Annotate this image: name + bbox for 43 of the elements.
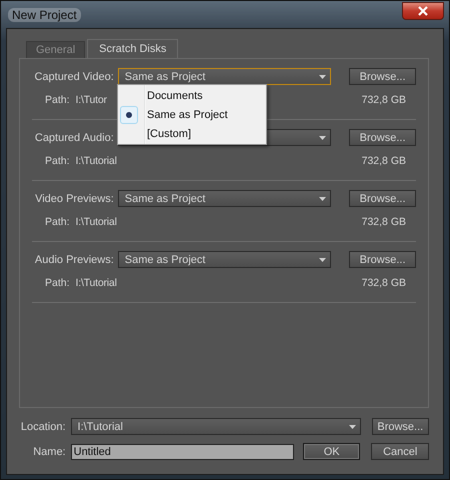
field-label: Audio Previews: — [34, 254, 114, 266]
dropdown[interactable]: Same as Project — [118, 68, 332, 85]
caret-icon — [319, 136, 326, 140]
location-dropdown[interactable]: I:\Tutorial — [70, 418, 361, 435]
disk-size: 732,8 GB — [362, 277, 406, 289]
caret-icon — [319, 196, 326, 200]
field-label: Location: — [20, 420, 66, 432]
caret-icon — [319, 258, 326, 262]
close-icon — [417, 6, 429, 16]
caret-icon — [319, 74, 326, 78]
path-value: I:\Tutorial — [76, 155, 117, 167]
window-title: New Project — [8, 8, 81, 22]
name-field[interactable]: Untitled — [70, 444, 294, 460]
tab[interactable]: Scratch Disks — [87, 39, 178, 58]
browse-button[interactable]: Browse... — [349, 190, 416, 207]
path-value: I:\Tutorial — [76, 277, 117, 289]
browse-button[interactable]: Browse... — [349, 129, 416, 146]
browse-button[interactable]: Browse... — [349, 68, 416, 85]
menu-item[interactable]: [Custom] — [118, 124, 266, 143]
dropdown[interactable]: Same as Project — [118, 251, 332, 268]
dialog-button[interactable]: Cancel — [371, 443, 430, 460]
menu-item[interactable]: Same as Project — [118, 105, 266, 124]
browse-button[interactable]: Browse... — [349, 251, 416, 268]
disk-size: 732,8 GB — [362, 94, 406, 106]
field-label: Video Previews: — [34, 192, 114, 204]
disk-size: 732,8 GB — [362, 216, 406, 228]
disk-size: 732,8 GB — [362, 155, 406, 167]
path-label: Path: — [45, 155, 70, 167]
field-label: Captured Video: — [33, 70, 114, 82]
path-label: Path: — [45, 216, 70, 228]
path-label: Path: — [45, 277, 70, 289]
path-value: I:\Tutorial — [76, 216, 117, 228]
path-value: I:\Tutor — [76, 94, 107, 106]
close-button[interactable] — [402, 2, 444, 20]
browse-button[interactable]: Browse... — [372, 418, 430, 435]
caret-icon — [348, 424, 356, 428]
menu-item[interactable]: Documents — [118, 86, 266, 105]
dialog-button[interactable]: OK — [302, 443, 360, 460]
path-label: Path: — [45, 94, 70, 106]
field-label: Captured Audio: — [34, 132, 114, 144]
tab[interactable]: General — [26, 41, 86, 58]
dropdown[interactable]: Same as Project — [118, 190, 332, 207]
field-label: Name: — [32, 446, 66, 458]
